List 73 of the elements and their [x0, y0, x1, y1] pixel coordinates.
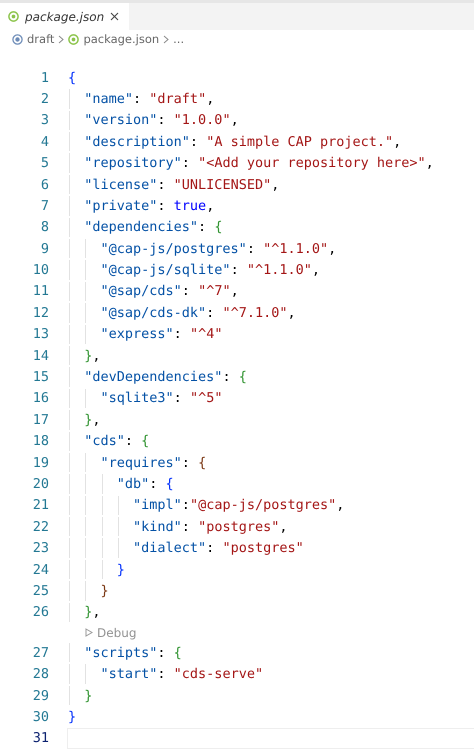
code-line: },: [83, 348, 101, 364]
code-line: "private": true,: [83, 198, 214, 214]
code-line: "dependencies": {: [83, 219, 222, 236]
line-number: 16: [32, 390, 49, 406]
line-number: 9: [40, 240, 49, 257]
debug-codelens[interactable]: Debug: [0, 623, 474, 642]
line-number: 23: [32, 540, 49, 556]
target-icon: [12, 34, 23, 45]
code-line: "express": "^4": [100, 326, 222, 342]
breadcrumb-item[interactable]: draft: [12, 32, 54, 46]
line-number: 7: [40, 198, 49, 214]
code-line: {: [68, 70, 76, 86]
line-number: 17: [32, 412, 49, 428]
line-number: 24: [32, 562, 49, 578]
line-number: 13: [32, 326, 49, 342]
code-line: }: [100, 582, 109, 599]
line-number: 20: [32, 476, 49, 492]
line-number: 15: [32, 369, 49, 386]
breadcrumb-item[interactable]: package.json: [68, 32, 160, 46]
line-number: 11: [32, 283, 49, 300]
code-line: "@cap-js/postgres": "^1.1.0",: [100, 240, 336, 257]
code-line: "@sap/cds": "^7",: [100, 283, 239, 300]
code-line: "cds": {: [83, 433, 150, 450]
breadcrumb-item[interactable]: ...: [173, 32, 184, 46]
code-line: "impl":"@cap-js/postgres",: [132, 497, 344, 514]
code-line: "name": "draft",: [83, 90, 214, 107]
code-line: },: [83, 604, 101, 620]
editor-tab[interactable]: package.json: [0, 3, 130, 30]
line-number: 21: [32, 497, 49, 514]
code-line: "sqlite3": "^5": [100, 390, 222, 406]
line-number: 8: [40, 219, 49, 236]
line-number: 2: [40, 90, 49, 107]
chevron-icon: [163, 34, 170, 44]
file-icon: [8, 11, 19, 22]
line-number: 3: [40, 112, 49, 128]
line-number: 22: [32, 518, 49, 535]
code-line: "kind": "postgres",: [132, 518, 288, 535]
code-line: "license": "UNLICENSED",: [83, 176, 280, 193]
line-number: 5: [40, 155, 49, 172]
line-number: 18: [32, 433, 49, 450]
play-icon: [85, 628, 93, 638]
code-line: "@sap/cds-dk": "^7.1.0",: [100, 304, 296, 321]
code-line: "repository": "<Add your repository here>",: [83, 155, 434, 172]
line-number: 14: [32, 348, 49, 364]
code-line: "dialect": "postgres": [132, 540, 304, 556]
code-line: "scripts": {: [83, 644, 182, 661]
line-number: 29: [32, 688, 49, 704]
code-line: "devDependencies": {: [83, 369, 247, 386]
line-number: 26: [32, 604, 49, 620]
code-line: "version": "1.0.0",: [83, 112, 239, 128]
line-number: 10: [32, 262, 49, 278]
line-number: 19: [32, 454, 49, 471]
line-number: 4: [40, 134, 49, 150]
chevron-icon: [58, 34, 64, 44]
code-line: }: [83, 688, 92, 704]
code-line: "requires": {: [100, 454, 206, 471]
code-line: "start": "cds-serve": [100, 666, 264, 682]
code-line: },: [83, 412, 101, 428]
line-number: 30: [32, 708, 49, 725]
line-number: 31: [32, 730, 49, 746]
file-icon: [68, 34, 80, 45]
code-line: "description": "A simple CAP project.",: [83, 134, 402, 150]
code-line: "@cap-js/sqlite": "^1.1.0",: [100, 262, 320, 278]
line-number: 25: [32, 582, 49, 599]
line-number: 28: [32, 666, 49, 682]
code-line: }: [68, 708, 76, 725]
line-number: 12: [32, 304, 49, 321]
line-number: 27: [32, 644, 49, 661]
code-line: }: [116, 562, 125, 578]
line-number: 1: [40, 70, 49, 86]
code-line: "db": {: [116, 476, 174, 492]
line-number: 6: [40, 176, 49, 193]
close-icon[interactable]: [110, 12, 120, 22]
